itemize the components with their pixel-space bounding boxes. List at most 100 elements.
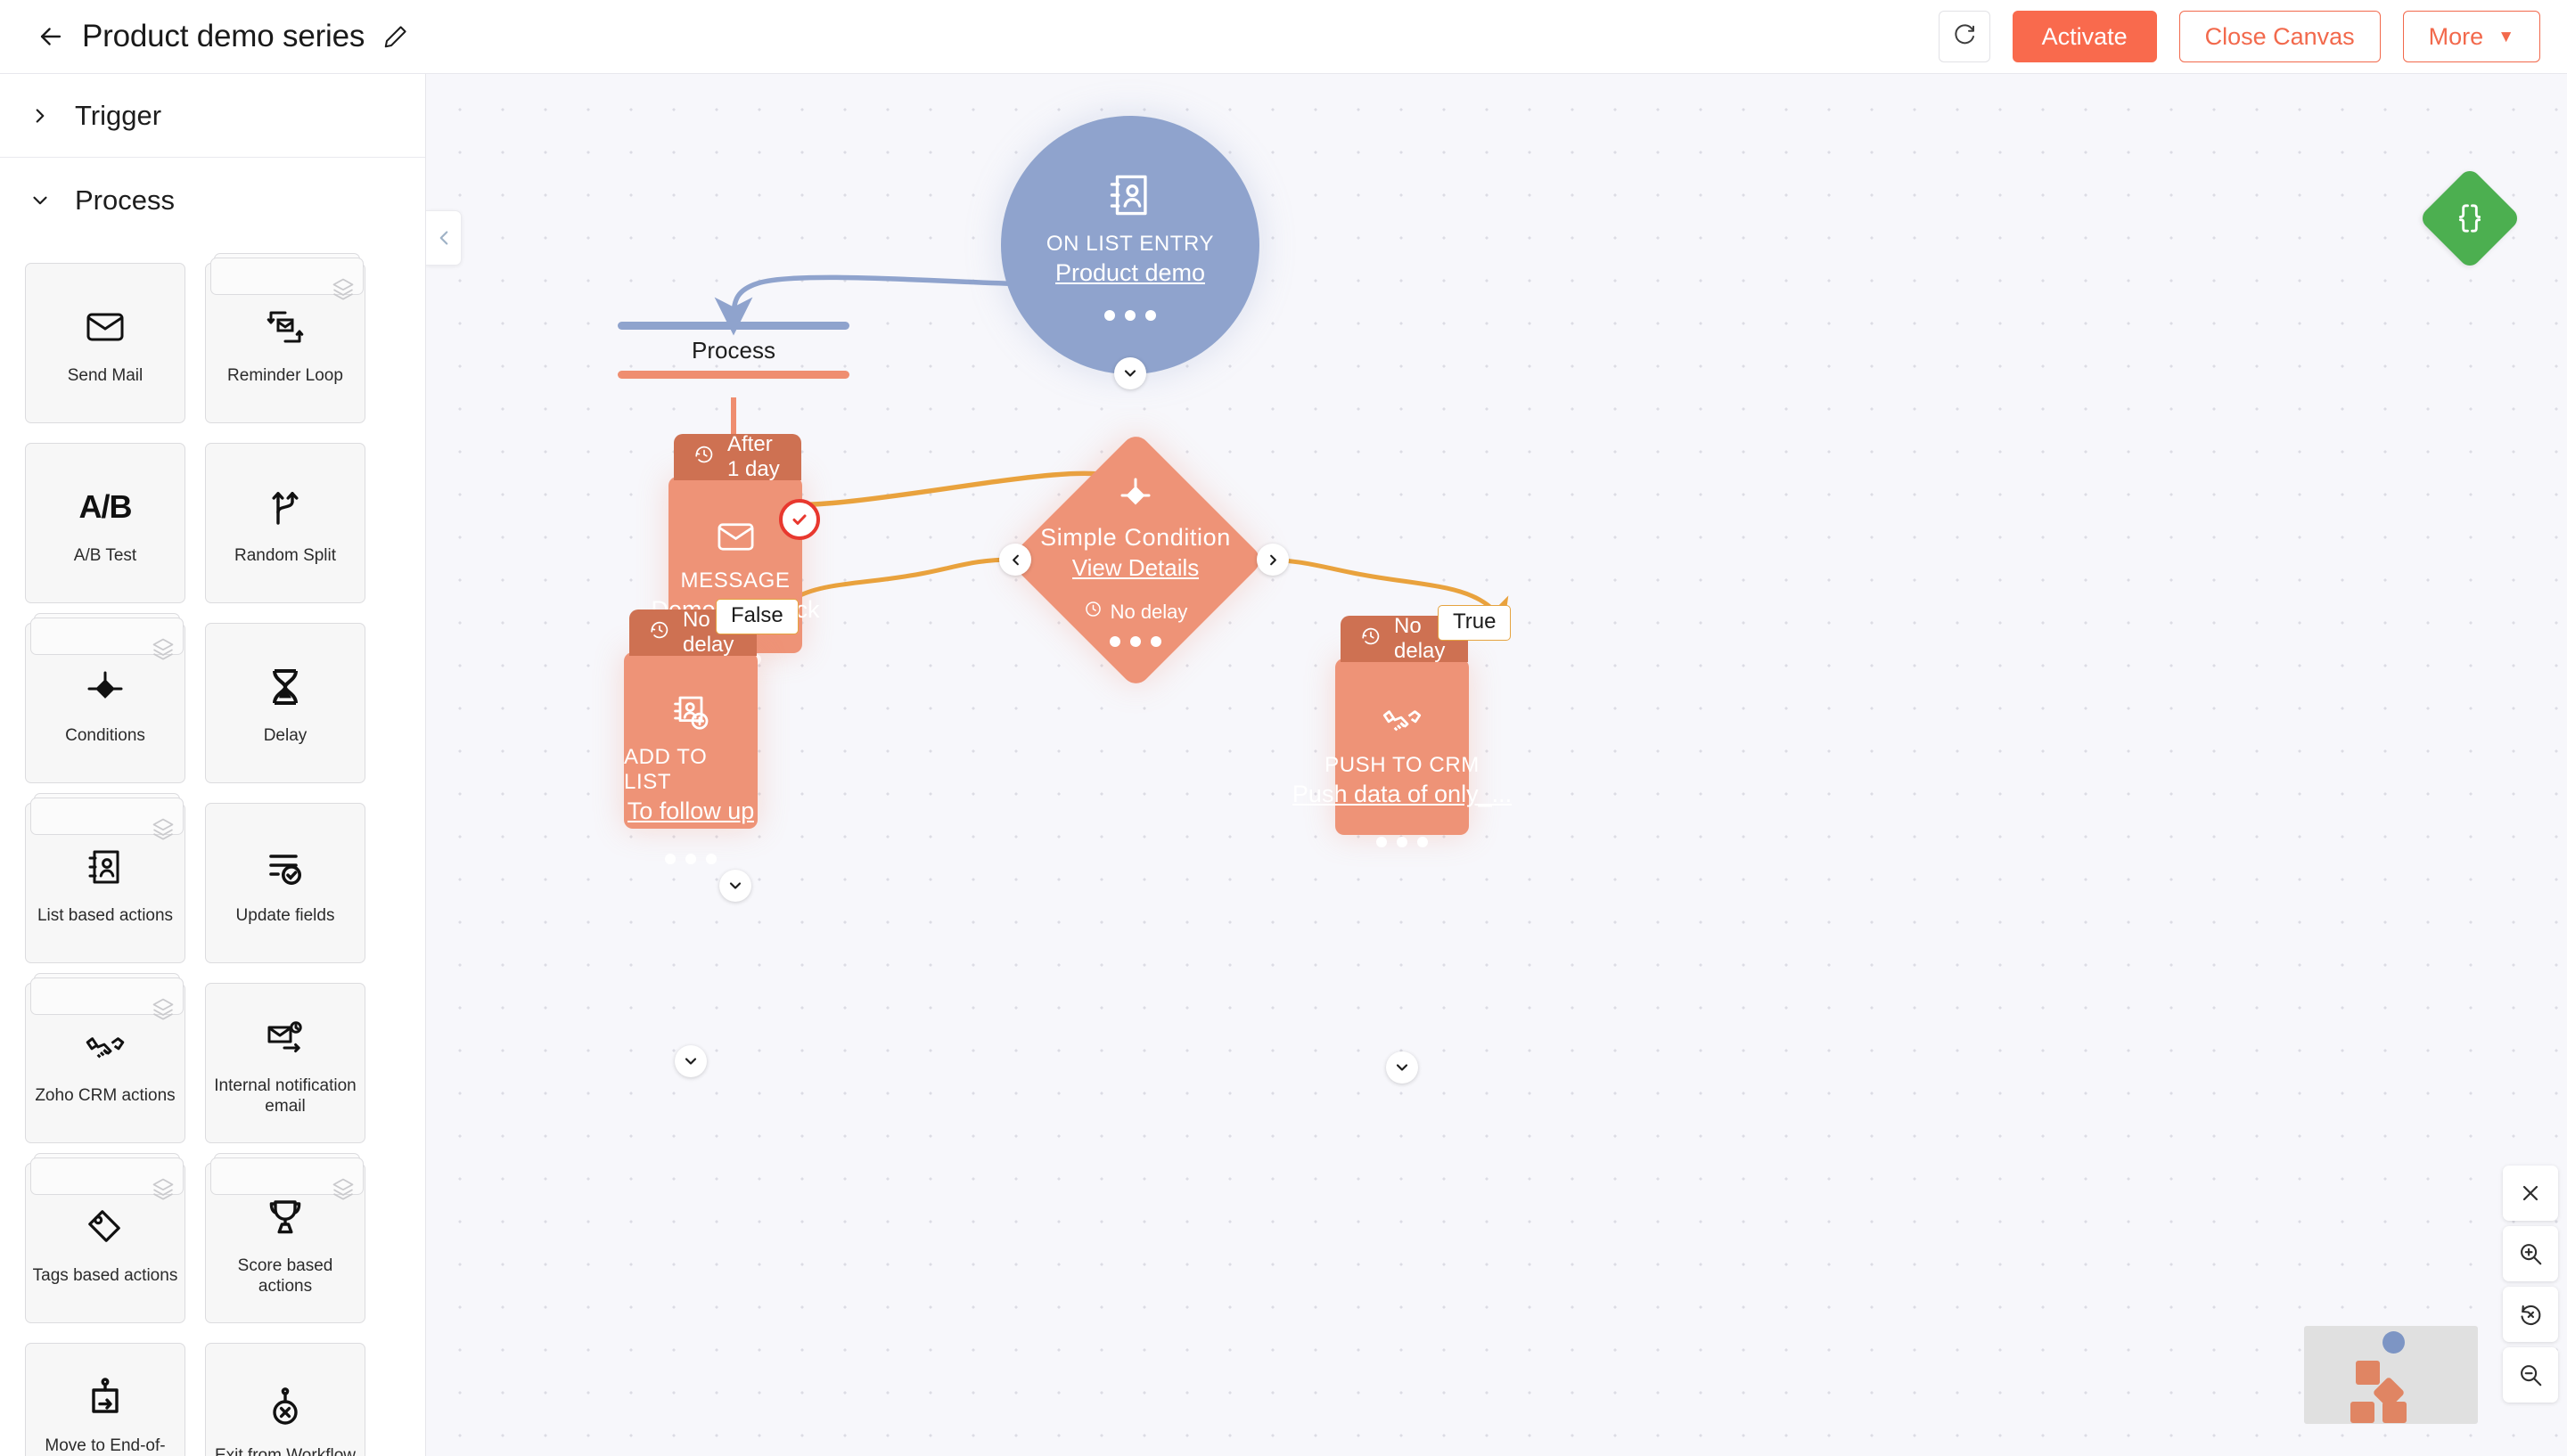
tile-update-fields[interactable]: Update fields	[205, 803, 365, 963]
push-to-crm-menu-dots[interactable]	[1376, 837, 1428, 847]
sidebar-section-trigger[interactable]: Trigger	[0, 74, 425, 158]
envelope-icon	[84, 299, 127, 355]
trigger-add-next-port[interactable]	[1114, 357, 1146, 389]
handshake-icon	[83, 1019, 127, 1075]
tile-delay[interactable]: Delay	[205, 623, 365, 783]
add-to-list-card-body[interactable]: ADD TO LIST To follow up	[624, 652, 758, 864]
condition-diamond-icon	[1114, 472, 1157, 515]
tile-label: List based actions	[37, 906, 174, 926]
add-contact-icon	[669, 691, 712, 734]
process-lane-label: Process	[692, 337, 775, 364]
sidebar-section-process[interactable]: Process	[0, 158, 425, 243]
node-trigger[interactable]: ON LIST ENTRY Product demo	[1001, 116, 1259, 389]
layers-icon	[331, 1176, 356, 1206]
exit-circle-x-icon	[264, 1379, 307, 1435]
activate-button[interactable]: Activate	[2012, 11, 2157, 62]
zoom-out-icon	[2521, 1365, 2542, 1386]
reset-zoom-button[interactable]	[2503, 1287, 2558, 1342]
ab-text-icon: A/B	[78, 488, 133, 526]
clock-back-icon	[649, 619, 670, 647]
add-to-list-menu-dots[interactable]	[665, 854, 717, 864]
tile-score-based-actions[interactable]: Score based actions	[205, 1153, 365, 1323]
back-button[interactable]	[30, 16, 71, 57]
trophy-icon	[264, 1190, 307, 1245]
chevron-down-icon	[25, 189, 55, 212]
close-canvas-button[interactable]: Close Canvas	[2178, 11, 2381, 62]
refresh-button[interactable]	[1938, 11, 1990, 62]
json-badge-button[interactable]	[2418, 167, 2522, 270]
zoom-in-button[interactable]	[2503, 1226, 2558, 1281]
node-simple-condition[interactable]: Simple Condition View Details No delay	[999, 430, 1289, 690]
workflow-canvas[interactable]: ON LIST ENTRY Product demo Process After…	[426, 74, 2567, 1456]
condition-content[interactable]: Simple Condition View Details No delay	[1006, 430, 1265, 689]
chevron-down-icon	[1396, 1064, 1408, 1071]
reset-zoom-icon	[2521, 1305, 2541, 1325]
move-end-icon	[84, 1370, 127, 1425]
add-to-list-add-next-port[interactable]	[675, 1045, 707, 1077]
tile-label: Send Mail	[67, 366, 144, 386]
top-bar: Product demo series Activate Close Canva…	[0, 0, 2567, 74]
condition-delay-label: No delay	[1110, 600, 1188, 623]
tile-tags-based-actions[interactable]: Tags based actions	[25, 1153, 185, 1323]
zoom-in-icon	[2521, 1244, 2542, 1265]
message-delay-chip[interactable]: After 1 day	[674, 432, 801, 481]
update-check-icon	[264, 839, 307, 895]
more-button[interactable]: More ▼	[2402, 11, 2540, 62]
message-add-next-port[interactable]	[719, 870, 751, 902]
trigger-name-link[interactable]: Product demo	[1055, 259, 1205, 287]
tile-zoho-crm-actions[interactable]: Zoho CRM actions	[25, 973, 185, 1143]
push-to-crm-add-next-port[interactable]	[1386, 1051, 1418, 1084]
hourglass-icon	[264, 659, 307, 715]
message-kind-label: MESSAGE	[680, 568, 791, 593]
tile-exit-from-workflow[interactable]: Exit from Workflow	[205, 1343, 365, 1456]
push-to-crm-card-body[interactable]: PUSH TO CRM Push data of only_...	[1292, 658, 1512, 847]
tile-label: Internal notification email	[214, 1076, 357, 1116]
condition-menu-dots[interactable]	[1110, 636, 1161, 647]
condition-true-port[interactable]	[1257, 544, 1289, 576]
tile-label: Update fields	[235, 906, 335, 926]
tile-ab-test[interactable]: A/B A/B Test	[25, 443, 185, 603]
process-lane: Process	[618, 322, 849, 379]
chevron-left-icon	[1012, 554, 1019, 565]
minimap-message-shape	[2356, 1361, 2380, 1385]
trigger-menu-dots[interactable]	[1104, 310, 1156, 321]
tile-random-split[interactable]: Random Split	[205, 443, 365, 603]
condition-false-port[interactable]	[999, 544, 1031, 576]
arrow-left-icon	[40, 28, 62, 45]
minimap[interactable]	[2304, 1326, 2478, 1424]
tile-move-to-end-of-workflow[interactable]: Move to End-of-workflow	[25, 1343, 185, 1456]
tile-conditions[interactable]: Conditions	[25, 613, 185, 783]
add-to-list-name-link[interactable]: To follow up	[627, 798, 755, 825]
minimap-true-shape	[2382, 1402, 2407, 1423]
condition-view-details-link[interactable]: View Details	[1072, 554, 1200, 582]
tile-label: Move to End-of-workflow	[45, 1436, 166, 1455]
zoom-out-button[interactable]	[2503, 1347, 2558, 1403]
tile-reminder-loop[interactable]: Reminder Loop	[205, 253, 365, 423]
tile-send-mail[interactable]: Send Mail	[25, 263, 185, 423]
close-minimap-button[interactable]	[2503, 1166, 2558, 1221]
message-status-badge	[779, 499, 820, 540]
mail-send-icon	[264, 1010, 307, 1065]
envelope-icon	[715, 516, 757, 558]
canvas-controls	[2503, 1166, 2558, 1403]
chevron-down-icon	[729, 882, 742, 889]
edit-title-button[interactable]	[382, 21, 413, 52]
push-to-crm-name-link[interactable]: Push data of only_...	[1292, 781, 1512, 808]
close-x-icon	[2522, 1185, 2538, 1201]
tile-label: Exit from Workflow	[214, 1446, 356, 1456]
layers-icon	[151, 636, 176, 666]
tile-label: Score based actions	[237, 1256, 333, 1296]
more-label: More	[2428, 22, 2484, 50]
tile-label: Delay	[263, 726, 308, 746]
tile-list-based-actions[interactable]: List based actions	[25, 793, 185, 963]
trigger-node-body[interactable]: ON LIST ENTRY Product demo	[1001, 116, 1259, 374]
branch-label-true: True	[1438, 605, 1512, 641]
left-sidebar: Trigger Process Send Mail Reminder Loop …	[0, 74, 426, 1456]
contact-card-icon	[84, 839, 127, 895]
collapse-sidebar-button[interactable]	[426, 210, 462, 266]
process-tile-grid: Send Mail Reminder Loop A/B A/B Test Ran…	[0, 243, 425, 1456]
tile-internal-notification-email[interactable]: Internal notification email	[205, 983, 365, 1143]
layers-icon	[151, 1176, 176, 1206]
message-delay-label: After 1 day	[727, 432, 780, 481]
layers-icon	[331, 276, 356, 306]
